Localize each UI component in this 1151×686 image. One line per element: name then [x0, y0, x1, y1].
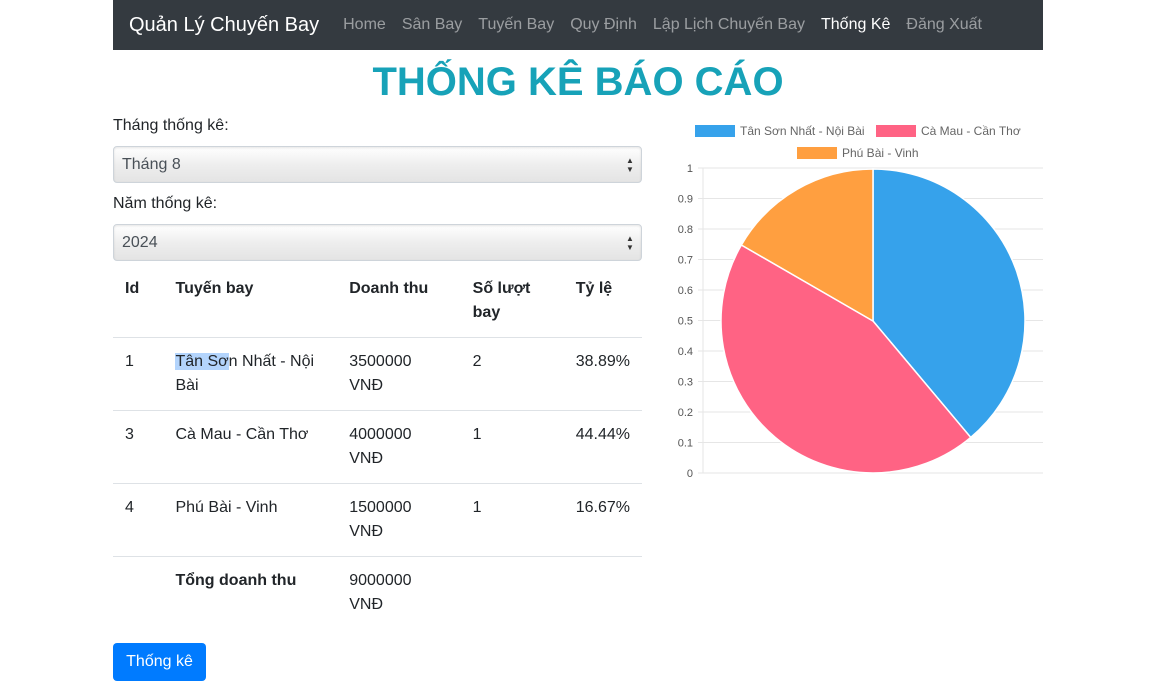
cell-ratio: 38.89%	[563, 337, 642, 411]
header-revenue: Doanh thu	[349, 280, 429, 297]
y-tick-label: 0	[687, 468, 693, 480]
legend-swatch	[876, 125, 916, 137]
cell-id: 3	[113, 410, 164, 484]
legend-swatch	[695, 125, 735, 137]
cell-id: 1	[113, 337, 164, 411]
legend-swatch	[797, 147, 837, 159]
cell-revenue: 4000000 VNĐ	[337, 410, 461, 484]
table-row: 1 Tân Sơn Nhất - Nội Bài 3500000 VNĐ 2 3…	[113, 337, 642, 411]
header-flights: Số lượt bay	[472, 280, 531, 321]
month-select-value: Tháng 8	[122, 155, 181, 173]
cell-ratio: 44.44%	[563, 410, 642, 484]
navbar-brand[interactable]: Quản Lý Chuyến Bay	[129, 14, 319, 37]
header-route: Tuyến bay	[175, 280, 254, 297]
y-tick-label: 0.1	[678, 438, 693, 450]
year-select[interactable]: 2024 ▲ ▼	[113, 224, 642, 261]
nav-link-routes[interactable]: Tuyến Bay	[478, 16, 554, 34]
cell-empty	[113, 556, 164, 629]
table-total-row: Tổng doanh thu 9000000 VNĐ	[113, 556, 642, 629]
cell-empty	[563, 556, 642, 629]
month-select[interactable]: Tháng 8 ▲ ▼	[113, 146, 642, 183]
cell-route: Cà Mau - Cần Thơ	[163, 410, 338, 484]
y-tick-label: 0.5	[678, 316, 693, 328]
cell-revenue: 3500000 VNĐ	[337, 337, 461, 411]
legend-label: Cà Mau - Cần Thơ	[921, 124, 1021, 138]
y-tick-label: 0.3	[678, 377, 693, 389]
table-header-row: Id Tuyến bay Doanh thu Số lượt bay Tỷ lệ	[113, 265, 642, 338]
y-tick-label: 0.9	[678, 194, 693, 206]
y-tick-label: 0.7	[678, 255, 693, 267]
statistics-submit-button[interactable]: Thống kê	[113, 643, 206, 681]
nav-link-airports[interactable]: Sân Bay	[402, 16, 462, 34]
y-tick-label: 0.8	[678, 224, 693, 236]
cell-ratio: 16.67%	[563, 483, 642, 557]
revenue-pie-chart: Tân Sơn Nhất - Nội Bài Cà Mau - Cần ThơPh…	[678, 124, 1043, 480]
selected-text: Tân Sơ	[175, 353, 229, 370]
header-ratio: Tỷ lệ	[575, 280, 613, 297]
chart-legend: Tân Sơn Nhất - Nội Bài Cà Mau - Cần ThơPh…	[695, 124, 1021, 160]
year-label: Năm thống kê:	[113, 195, 218, 212]
select-arrows-icon: ▲ ▼	[626, 156, 634, 174]
navbar: Quản Lý Chuyến Bay Home Sân Bay Tuyến Ba…	[113, 0, 1043, 50]
total-label: Tổng doanh thu	[163, 556, 338, 629]
cell-route: Phú Bài - Vinh	[163, 483, 338, 557]
total-value: 9000000 VNĐ	[337, 556, 461, 629]
cell-id: 4	[113, 483, 164, 557]
chart-slices	[720, 168, 1026, 474]
legend-label: Tân Sơn Nhất - Nội Bài	[740, 124, 865, 138]
y-tick-label: 0.6	[678, 285, 693, 297]
cell-revenue: 1500000 VNĐ	[337, 483, 461, 557]
y-tick-label: 0.4	[678, 346, 693, 358]
year-select-value: 2024	[122, 233, 158, 251]
month-label: Tháng thống kê:	[113, 117, 229, 134]
page-title: THỐNG KÊ BÁO CÁO	[372, 60, 784, 104]
nav-link-home[interactable]: Home	[343, 16, 386, 34]
table-row: 4 Phú Bài - Vinh 1500000 VNĐ 1 16.67%	[113, 483, 642, 557]
legend-label: Phú Bài - Vinh	[842, 146, 919, 160]
header-id: Id	[125, 280, 140, 297]
cell-flights: 2	[460, 337, 564, 411]
cell-flights: 1	[460, 483, 564, 557]
chart-y-ticks: 1 0.9 0.8 0.7 0.6 0.5 0.4 0.3 0.2 0.1 0	[678, 163, 693, 480]
nav-link-schedule[interactable]: Lập Lịch Chuyến Bay	[653, 16, 805, 34]
y-tick-label: 1	[687, 163, 693, 175]
cell-empty	[460, 556, 564, 629]
nav-link-logout[interactable]: Đăng Xuất	[906, 16, 982, 34]
statistics-table: Id Tuyến bay Doanh thu Số lượt bay Tỷ lệ…	[113, 265, 642, 629]
y-tick-label: 0.2	[678, 407, 693, 419]
nav-link-rules[interactable]: Quy Định	[570, 16, 637, 34]
nav-link-statistics[interactable]: Thống Kê	[821, 16, 890, 34]
cell-flights: 1	[460, 410, 564, 484]
table-row: 3 Cà Mau - Cần Thơ 4000000 VNĐ 1 44.44%	[113, 410, 642, 484]
select-arrows-icon: ▲ ▼	[626, 234, 634, 252]
cell-route: Tân Sơn Nhất - Nội Bài	[163, 337, 338, 411]
